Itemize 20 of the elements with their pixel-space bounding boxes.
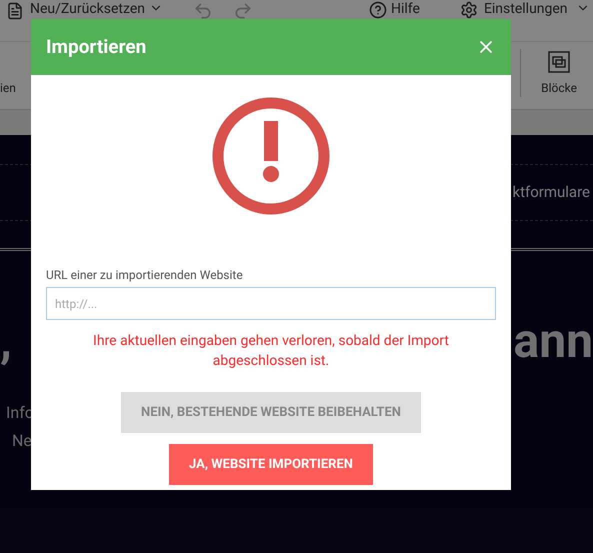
help-link[interactable]: Hilfe [391,1,420,17]
help-icon[interactable] [369,1,387,19]
dialog-title: Importieren [46,34,146,60]
new-reset-menu[interactable]: Neu/Zurücksetzen [30,1,145,17]
cancel-button[interactable]: NEIN, BESTEHENDE WEBSITE BEIBEHALTEN [121,392,421,433]
hero-text: , [0,311,12,371]
import-button[interactable]: JA, WEBSITE IMPORTIEREN [169,444,373,485]
warning-message: Ihre aktuellen eingaben gehen verloren, sobald der Import abgeschlossen ist. [92,332,450,371]
settings-icon[interactable] [460,1,478,19]
ribbon-label[interactable]: ien [0,79,16,97]
url-field[interactable]: http://... [46,287,496,320]
blocks-icon[interactable] [546,49,572,75]
warning-icon [212,97,330,215]
document-icon[interactable] [6,1,24,21]
url-label: URL einer zu importierenden Website [46,267,244,284]
hero-text: ann [514,311,593,371]
info-text: Ne [12,430,33,452]
blocks-label[interactable]: Blöcke [541,79,577,97]
nav-link[interactable]: ktformulare [512,181,590,204]
settings-menu[interactable]: Einstellungen [484,1,568,17]
